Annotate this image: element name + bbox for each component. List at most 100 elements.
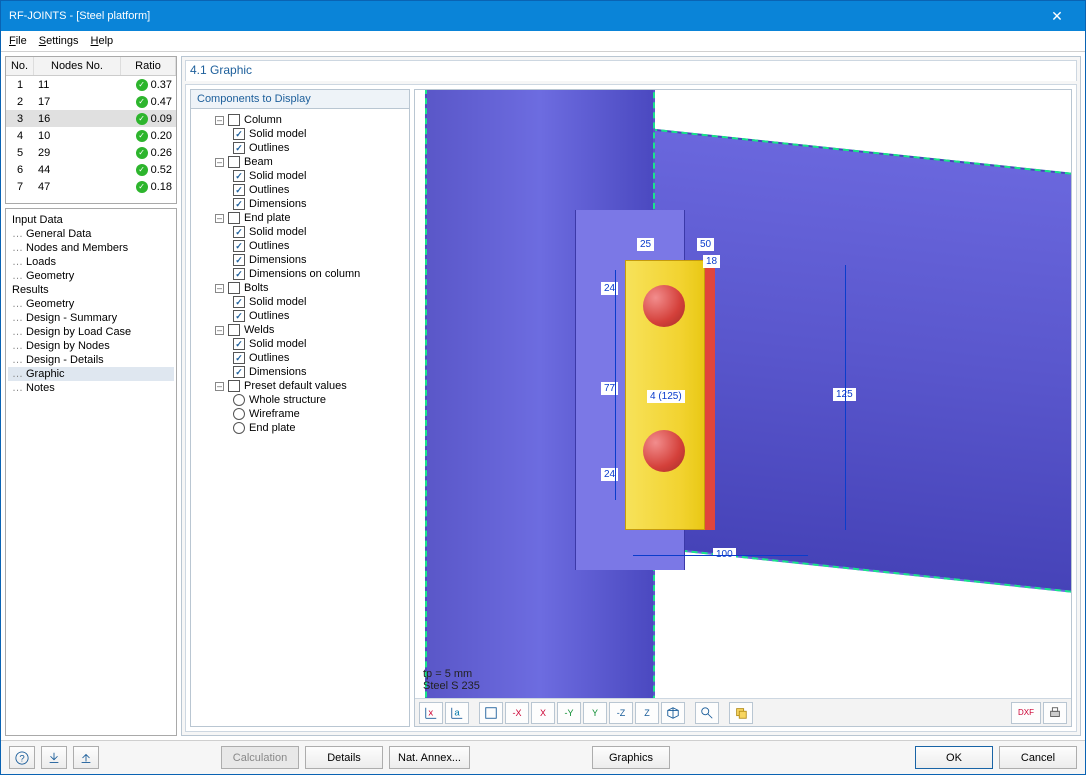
menu-help[interactable]: Help xyxy=(91,35,114,47)
checkbox[interactable] xyxy=(233,254,245,266)
expander-icon[interactable]: – xyxy=(215,326,224,335)
table-row[interactable]: 644✓0.52 xyxy=(6,161,176,178)
group-checkbox[interactable] xyxy=(228,380,240,392)
expander-icon[interactable]: – xyxy=(215,382,224,391)
iso-button[interactable] xyxy=(661,702,685,724)
view-px-button[interactable]: X xyxy=(531,702,555,724)
view-py-button[interactable]: Y xyxy=(583,702,607,724)
checkbox[interactable] xyxy=(233,170,245,182)
group-checkbox[interactable] xyxy=(228,156,240,168)
nav-item[interactable]: Design - Summary xyxy=(8,311,174,325)
tree-item[interactable]: Solid model xyxy=(193,169,407,183)
group-checkbox[interactable] xyxy=(228,114,240,126)
tree-group[interactable]: –End plate xyxy=(193,211,407,225)
table-row[interactable]: 111✓0.37 xyxy=(6,76,176,93)
menu-file[interactable]: File xyxy=(9,35,27,47)
view-pz-button[interactable]: Z xyxy=(635,702,659,724)
tree-item[interactable]: Outlines xyxy=(193,309,407,323)
tree-item[interactable]: Whole structure xyxy=(193,393,407,407)
fit-button[interactable] xyxy=(479,702,503,724)
nav-results-root[interactable]: Results xyxy=(8,283,174,297)
table-row[interactable]: 316✓0.09 xyxy=(6,110,176,127)
tree-item[interactable]: Dimensions on column xyxy=(193,267,407,281)
checkbox[interactable] xyxy=(233,310,245,322)
nav-item[interactable]: Graphic xyxy=(8,367,174,381)
table-row[interactable]: 217✓0.47 xyxy=(6,93,176,110)
tree-item[interactable]: Outlines xyxy=(193,141,407,155)
node-table[interactable]: No. Nodes No. Ratio 111✓0.37217✓0.47316✓… xyxy=(5,56,177,204)
checkbox[interactable] xyxy=(233,240,245,252)
nav-input-root[interactable]: Input Data xyxy=(8,213,174,227)
table-row[interactable]: 747✓0.18 xyxy=(6,178,176,195)
nav-item[interactable]: Geometry xyxy=(8,269,174,283)
canvas-3d[interactable]: 25 50 18 24 77 24 4 (125) 125 100 tp xyxy=(415,90,1071,698)
tree-item[interactable]: Dimensions xyxy=(193,197,407,211)
nav-item[interactable]: Loads xyxy=(8,255,174,269)
tree-item[interactable]: Dimensions xyxy=(193,365,407,379)
tree-item[interactable]: Outlines xyxy=(193,351,407,365)
axis-a-button[interactable]: a xyxy=(445,702,469,724)
radio[interactable] xyxy=(233,422,245,434)
nav-item[interactable]: Nodes and Members xyxy=(8,241,174,255)
radio[interactable] xyxy=(233,394,245,406)
viewport[interactable]: 25 50 18 24 77 24 4 (125) 125 100 tp xyxy=(414,89,1072,727)
checkbox[interactable] xyxy=(233,296,245,308)
group-checkbox[interactable] xyxy=(228,212,240,224)
tree-item[interactable]: Wireframe xyxy=(193,407,407,421)
nav-item[interactable]: Design by Load Case xyxy=(8,325,174,339)
cancel-button[interactable]: Cancel xyxy=(999,746,1077,769)
nav-item[interactable]: Geometry xyxy=(8,297,174,311)
view-nx-button[interactable]: -X xyxy=(505,702,529,724)
checkbox[interactable] xyxy=(233,226,245,238)
tree-item[interactable]: Solid model xyxy=(193,337,407,351)
tree-item[interactable]: Solid model xyxy=(193,295,407,309)
tree-group[interactable]: –Beam xyxy=(193,155,407,169)
graphics-button[interactable]: Graphics xyxy=(592,746,670,769)
tree-item[interactable]: Outlines xyxy=(193,183,407,197)
checkbox[interactable] xyxy=(233,128,245,140)
calculation-button[interactable]: Calculation xyxy=(221,746,299,769)
tree-group[interactable]: –Column xyxy=(193,113,407,127)
checkbox[interactable] xyxy=(233,198,245,210)
tree-item[interactable]: Dimensions xyxy=(193,253,407,267)
nav-item[interactable]: Design - Details xyxy=(8,353,174,367)
zoom-button[interactable] xyxy=(695,702,719,724)
table-row[interactable]: 529✓0.26 xyxy=(6,144,176,161)
axis-x-button[interactable]: x xyxy=(419,702,443,724)
tree-group[interactable]: –Preset default values xyxy=(193,379,407,393)
export-button[interactable] xyxy=(73,746,99,769)
group-checkbox[interactable] xyxy=(228,282,240,294)
nav-item[interactable]: General Data xyxy=(8,227,174,241)
radio[interactable] xyxy=(233,408,245,420)
nav-tree[interactable]: Input Data General DataNodes and Members… xyxy=(5,208,177,736)
checkbox[interactable] xyxy=(233,366,245,378)
checkbox[interactable] xyxy=(233,352,245,364)
tree-group[interactable]: –Bolts xyxy=(193,281,407,295)
ok-button[interactable]: OK xyxy=(915,746,993,769)
tree-item[interactable]: Outlines xyxy=(193,239,407,253)
components-tree[interactable]: –ColumnSolid modelOutlines–BeamSolid mod… xyxy=(190,109,410,727)
import-button[interactable] xyxy=(41,746,67,769)
nav-item[interactable]: Design by Nodes xyxy=(8,339,174,353)
checkbox[interactable] xyxy=(233,184,245,196)
view-nz-button[interactable]: -Z xyxy=(609,702,633,724)
expander-icon[interactable]: – xyxy=(215,158,224,167)
tree-group[interactable]: –Welds xyxy=(193,323,407,337)
table-row[interactable]: 410✓0.20 xyxy=(6,127,176,144)
tree-item[interactable]: End plate xyxy=(193,421,407,435)
checkbox[interactable] xyxy=(233,268,245,280)
checkbox[interactable] xyxy=(233,142,245,154)
dxf-button[interactable]: DXF xyxy=(1011,702,1041,724)
nav-item[interactable]: Notes xyxy=(8,381,174,395)
tree-item[interactable]: Solid model xyxy=(193,225,407,239)
expander-icon[interactable]: – xyxy=(215,284,224,293)
tree-item[interactable]: Solid model xyxy=(193,127,407,141)
print-button[interactable] xyxy=(1043,702,1067,724)
view-ny-button[interactable]: -Y xyxy=(557,702,581,724)
expander-icon[interactable]: – xyxy=(215,116,224,125)
menu-settings[interactable]: Settings xyxy=(39,35,79,47)
nat-annex-button[interactable]: Nat. Annex... xyxy=(389,746,470,769)
close-icon[interactable]: ✕ xyxy=(1037,8,1077,25)
expander-icon[interactable]: – xyxy=(215,214,224,223)
group-checkbox[interactable] xyxy=(228,324,240,336)
